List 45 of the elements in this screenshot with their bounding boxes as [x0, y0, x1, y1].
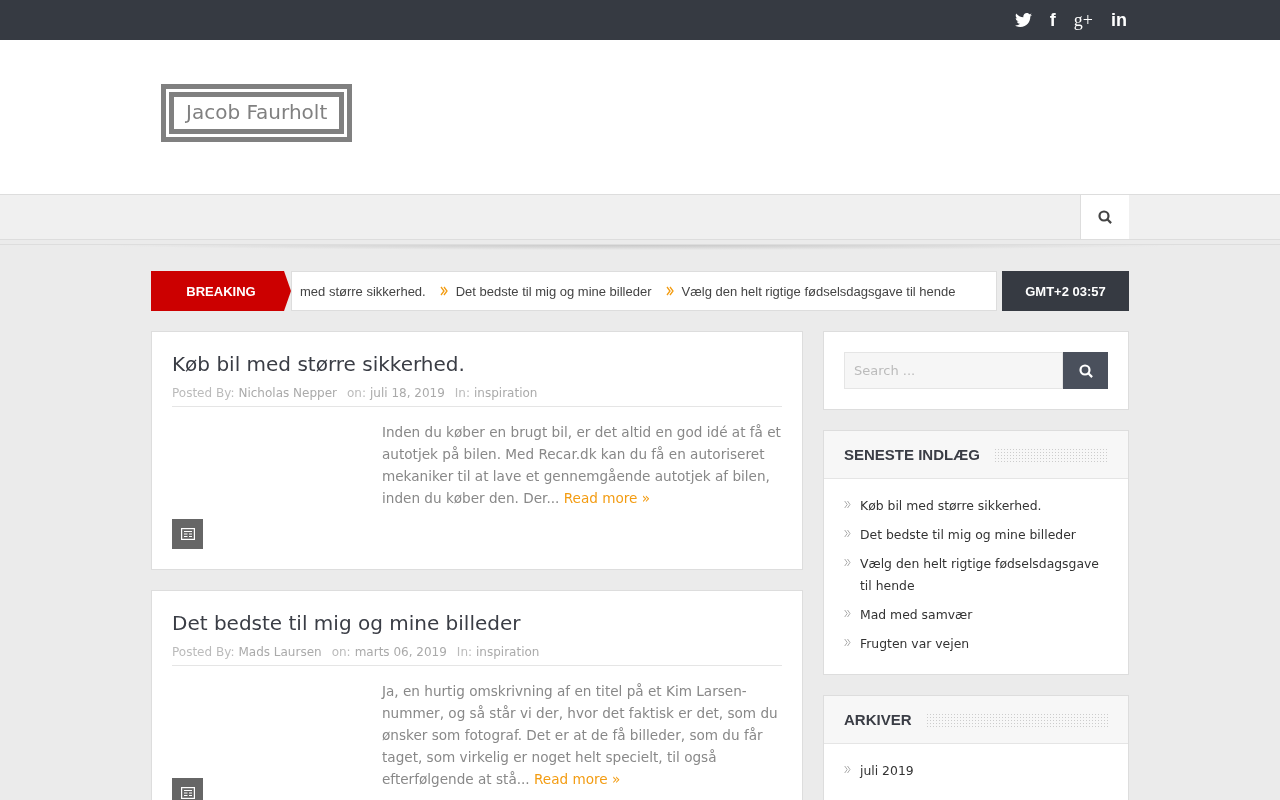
meta-label: on: — [346, 386, 366, 400]
chevron-icon — [665, 286, 674, 296]
post-excerpt: Ja, en hurtig omskrivning af en titel på et Kim Larsen-nummer, og så står vi der, hvor det faktisk er det, som du ønsker som fotograf. Det er at de få billeder, som du får taget, som virkelig er noget helt specielt, til også efterfølgende at stå... Read more » — [382, 682, 779, 789]
twitter-link[interactable] — [1012, 10, 1034, 30]
chevron-icon — [844, 638, 851, 647]
meta-label: In: — [454, 386, 470, 400]
article-icon — [180, 528, 195, 540]
article-icon — [180, 787, 195, 799]
ticker-link[interactable]: Vælg den helt rigtige fødselsdagsgave til hende — [681, 283, 956, 299]
post-title[interactable]: Køb bil med større sikkerhed. — [172, 350, 782, 378]
meta-label: Posted By: — [172, 386, 235, 400]
chevron-icon — [439, 286, 448, 296]
ticker-link[interactable]: Det bedste til mig og mine billeder — [455, 283, 652, 299]
widget-title: SENESTE INDLÆG — [844, 446, 980, 463]
clock: GMT+2 03:57 — [1002, 271, 1129, 311]
linkedin-link[interactable]: in — [1109, 10, 1129, 30]
widget-link[interactable]: Vælg den helt rigtige fødselsdagsgave til hende — [860, 553, 1108, 597]
chevron-icon — [844, 500, 851, 509]
widget-link[interactable]: Mad med samvær — [860, 604, 973, 626]
chevron-icon — [844, 765, 851, 774]
meta-label: on: — [331, 645, 351, 659]
logo-text: Jacob Faurholt — [169, 92, 345, 134]
search-icon — [1098, 210, 1112, 224]
chevron-icon — [844, 529, 851, 538]
breaking-label: BREAKING — [151, 271, 291, 311]
meta-label: In: — [456, 645, 473, 659]
widget-link[interactable]: Frugten var vejen — [860, 633, 970, 655]
search-field[interactable]: Search ... — [844, 352, 1063, 389]
meta-label: Posted By: — [172, 645, 235, 659]
search-button[interactable] — [1080, 195, 1129, 239]
search-icon — [1078, 363, 1093, 378]
widget-title: ARKIVER — [844, 711, 912, 728]
facebook-link[interactable]: f — [1047, 10, 1058, 30]
widget-link[interactable]: Køb bil med større sikkerhed. — [860, 495, 1042, 517]
ticker-link[interactable]: med større sikkerhed. — [300, 283, 426, 299]
google-plus-link[interactable]: g+ — [1071, 10, 1095, 30]
widget-link[interactable]: juli 2019 — [860, 760, 914, 782]
post-title[interactable]: Det bedste til mig og mine billeder — [172, 609, 782, 637]
chevron-icon — [844, 558, 851, 567]
bird-icon — [1014, 13, 1032, 27]
site-logo[interactable]: Jacob Faurholt — [161, 84, 353, 142]
search-button[interactable] — [1063, 352, 1108, 389]
post-excerpt: Inden du køber en brugt bil, er det altid en god idé at få et autotjek på bilen. Med Recar.dk kan du få en autoriseret mekaniker til at lave et gennemgående autotjek af bilen, inden du køber den. Der... Read more » — [382, 423, 782, 508]
widget-link[interactable]: Det bedste til mig og mine billeder — [860, 524, 1076, 546]
chevron-icon — [844, 609, 851, 618]
